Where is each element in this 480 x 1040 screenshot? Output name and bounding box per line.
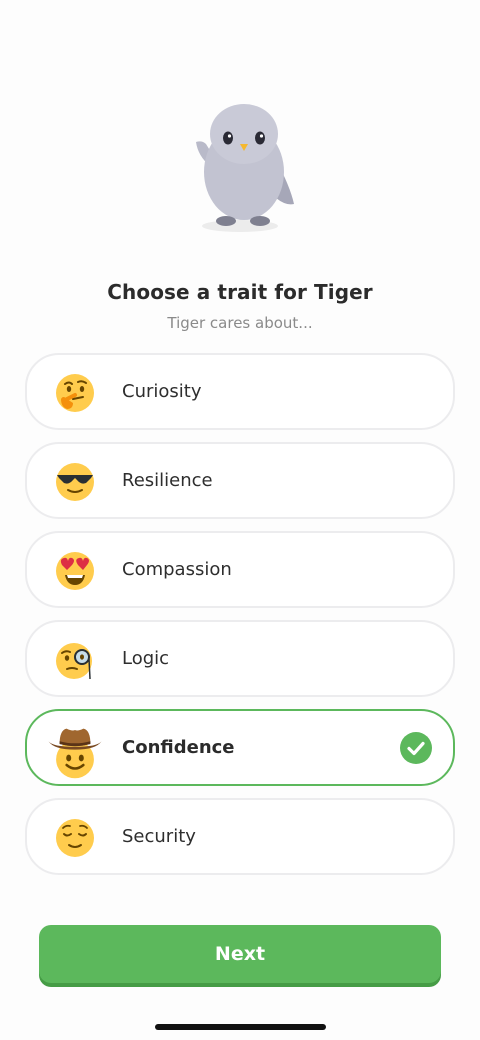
trait-option-label: Confidence	[122, 737, 235, 758]
trait-option-label: Compassion	[122, 559, 232, 580]
trait-option-curiosity[interactable]: Curiosity	[25, 353, 455, 430]
trait-option-resilience[interactable]: Resilience	[25, 442, 455, 519]
trait-selection-screen: Choose a trait for Tiger Tiger cares abo…	[0, 0, 480, 1040]
page-subtitle: Tiger cares about...	[167, 314, 313, 332]
home-indicator	[155, 1024, 326, 1030]
trait-option-label: Security	[122, 826, 196, 847]
cowboy-face-icon	[48, 728, 102, 779]
page-title: Choose a trait for Tiger	[107, 280, 373, 304]
trait-option-label: Logic	[122, 648, 170, 669]
trait-option-security[interactable]: Security	[25, 798, 455, 875]
checkmark-icon	[400, 732, 432, 764]
next-button[interactable]: Next	[39, 925, 441, 983]
relieved-face-icon	[56, 819, 94, 857]
penguin-mascot-icon	[196, 104, 294, 232]
trait-option-compassion[interactable]: Compassion	[25, 531, 455, 608]
trait-option-logic[interactable]: Logic	[25, 620, 455, 697]
trait-option-confidence[interactable]: Confidence	[25, 709, 455, 786]
monocle-face-icon	[56, 643, 92, 680]
trait-options-list: Curiosity Resilience Compassion Logic Co…	[25, 353, 455, 887]
sunglasses-face-icon	[56, 463, 94, 501]
trait-option-label: Resilience	[122, 470, 213, 491]
thinking-face-icon	[56, 374, 94, 412]
heart-eyes-face-icon	[56, 552, 94, 590]
trait-option-label: Curiosity	[122, 381, 202, 402]
